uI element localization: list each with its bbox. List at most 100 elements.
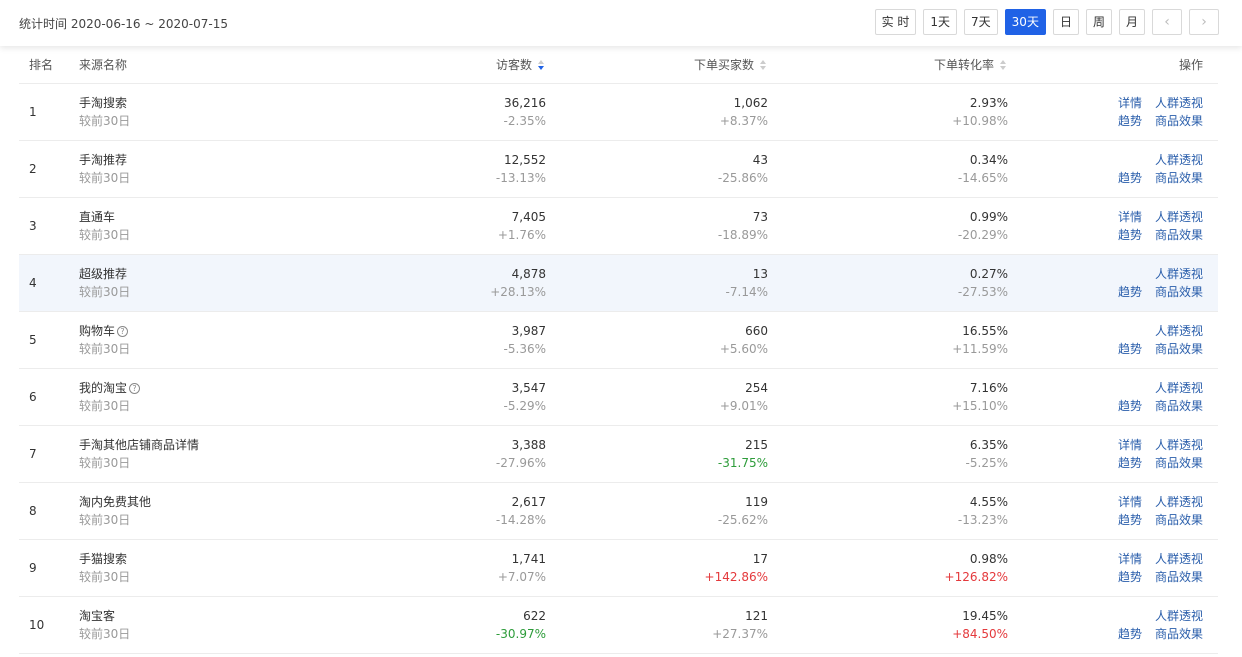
compare-label: 较前30日 [79, 227, 131, 242]
source-cell: 手淘推荐较前30日 [79, 140, 379, 197]
product-effect-link[interactable]: 商品效果 [1155, 342, 1203, 356]
rank-cell: 9 [29, 560, 37, 575]
compare-label: 较前30日 [79, 626, 131, 641]
source-cell: 购物车? 较前30日 [79, 311, 379, 368]
trend-link[interactable]: 趋势 [1118, 342, 1142, 356]
compare-label: 较前30日 [79, 170, 131, 185]
buyers-value: 119 [745, 494, 768, 509]
trend-link[interactable]: 趋势 [1118, 570, 1142, 584]
buyers-change: -31.75% [717, 455, 768, 470]
crowd-view-link[interactable]: 人群透视 [1155, 495, 1203, 509]
crowd-view-link[interactable]: 人群透视 [1155, 381, 1203, 395]
detail-link[interactable]: 详情 [1118, 210, 1142, 224]
crowd-view-link[interactable]: 人群透视 [1155, 153, 1203, 167]
conversion-cell: 16.55% +11.59% [768, 311, 1008, 368]
crowd-view-link[interactable]: 人群透视 [1155, 96, 1203, 110]
buyers-value: 215 [745, 437, 768, 452]
buyers-change: +9.01% [719, 398, 768, 413]
trend-link[interactable]: 趋势 [1118, 456, 1142, 470]
visitors-value: 2,617 [511, 494, 546, 509]
table-row: 9 手猫搜索 较前30日 1,741 +7.07% 17 +142.86% 0.98% +126… [19, 539, 1218, 596]
product-effect-link[interactable]: 商品效果 [1155, 399, 1203, 413]
source-name: 手淘推荐 [79, 152, 128, 167]
crowd-view-link[interactable]: 人群透视 [1155, 438, 1203, 452]
stat-time-range: 统计时间 2020-06-16 ~ 2020-07-15 [19, 17, 228, 31]
range-month-button[interactable]: 月 [1118, 9, 1145, 35]
trend-link[interactable]: 趋势 [1118, 171, 1142, 185]
col-visitors[interactable]: 访客数 [379, 46, 546, 84]
crowd-view-link[interactable]: 人群透视 [1155, 609, 1203, 623]
visitors-value: 7,405 [511, 209, 546, 224]
visitors-value: 3,388 [511, 437, 546, 452]
sort-icon[interactable] [760, 60, 768, 71]
visitors-value: 12,552 [504, 152, 546, 167]
help-icon[interactable]: ? [117, 325, 129, 337]
table-row: 3 直通车 较前30日 7,405 +1.76% 73 -18.89% 0.99% -20.29… [19, 197, 1218, 254]
actions-cell: 详情 人群透视 趋势 商品效果 [1008, 482, 1218, 539]
source-cell: 我的淘宝? 较前30日 [79, 368, 379, 425]
buyers-cell: 121 +27.37% [546, 596, 768, 653]
trend-link[interactable]: 趋势 [1118, 399, 1142, 413]
buyers-change: +5.60% [719, 341, 768, 356]
conversion-cell: 6.35% -5.25% [768, 425, 1008, 482]
crowd-view-link[interactable]: 人群透视 [1155, 267, 1203, 281]
source-cell: 手淘搜索 较前30日 [79, 83, 379, 140]
trend-link[interactable]: 趋势 [1118, 627, 1142, 641]
buyers-change: +142.86% [704, 569, 768, 584]
help-icon[interactable]: ? [129, 382, 141, 394]
crowd-view-link[interactable]: 人群透视 [1155, 552, 1203, 566]
sort-icon[interactable] [1000, 60, 1008, 71]
actions-cell: 详情 人群透视 趋势 商品效果 [1008, 197, 1218, 254]
detail-link[interactable]: 详情 [1118, 495, 1142, 509]
detail-link[interactable]: 详情 [1118, 552, 1142, 566]
trend-link[interactable]: 趋势 [1118, 285, 1142, 299]
trend-link[interactable]: 趋势 [1118, 228, 1142, 242]
conversion-change: -14.65% [957, 170, 1008, 185]
product-effect-link[interactable]: 商品效果 [1155, 228, 1203, 242]
chevron-left-icon[interactable]: ‹ [1152, 9, 1182, 35]
range-30day-button[interactable]: 30天 [1004, 9, 1046, 35]
product-effect-link[interactable]: 商品效果 [1155, 570, 1203, 584]
visitors-value: 4,878 [511, 266, 546, 281]
crowd-view-link[interactable]: 人群透视 [1155, 324, 1203, 338]
visitors-change: -13.13% [495, 170, 546, 185]
product-effect-link[interactable]: 商品效果 [1155, 627, 1203, 641]
actions-cell: 详情 人群透视 趋势 商品效果 [1008, 425, 1218, 482]
sort-desc-icon[interactable] [538, 60, 546, 71]
range-1day-button[interactable]: 1天 [923, 9, 958, 35]
conversion-value: 6.35% [969, 437, 1008, 452]
col-buyers[interactable]: 下单买家数 [546, 46, 768, 84]
buyers-change: -25.86% [717, 170, 768, 185]
source-cell: 超级推荐 较前30日 [79, 254, 379, 311]
range-realtime-button[interactable]: 实 时 [874, 9, 917, 35]
trend-link[interactable]: 趋势 [1118, 114, 1142, 128]
product-effect-link[interactable]: 商品效果 [1155, 114, 1203, 128]
range-day-button[interactable]: 日 [1052, 9, 1079, 35]
actions-cell: 详情 人群透视 趋势 商品效果 [1008, 539, 1218, 596]
detail-link[interactable]: 详情 [1118, 438, 1142, 452]
product-effect-link[interactable]: 商品效果 [1155, 171, 1203, 185]
buyers-cell: 215 -31.75% [546, 425, 768, 482]
conversion-value: 16.55% [962, 323, 1008, 338]
product-effect-link[interactable]: 商品效果 [1155, 285, 1203, 299]
source-name: 购物车 [79, 323, 116, 338]
conversion-cell: 0.99% -20.29% [768, 197, 1008, 254]
trend-link[interactable]: 趋势 [1118, 513, 1142, 527]
product-effect-link[interactable]: 商品效果 [1155, 456, 1203, 470]
visitors-cell: 1,741 +7.07% [379, 539, 546, 596]
range-7day-button[interactable]: 7天 [964, 9, 998, 35]
detail-link[interactable]: 详情 [1118, 96, 1142, 110]
actions-cell: 详情 人群透视 趋势 商品效果 [1008, 83, 1218, 140]
col-conversion[interactable]: 下单转化率 [768, 46, 1008, 84]
visitors-value: 1,741 [511, 551, 546, 566]
buyers-value: 254 [745, 380, 768, 395]
buyers-value: 73 [752, 209, 768, 224]
actions-cell: 人群透视 趋势 商品效果 [1008, 311, 1218, 368]
col-conversion-label: 下单转化率 [933, 57, 994, 72]
range-week-button[interactable]: 周 [1085, 9, 1112, 35]
rank-cell: 10 [29, 617, 45, 632]
product-effect-link[interactable]: 商品效果 [1155, 513, 1203, 527]
crowd-view-link[interactable]: 人群透视 [1155, 210, 1203, 224]
compare-label: 较前30日 [79, 569, 131, 584]
chevron-right-icon[interactable]: › [1189, 9, 1219, 35]
